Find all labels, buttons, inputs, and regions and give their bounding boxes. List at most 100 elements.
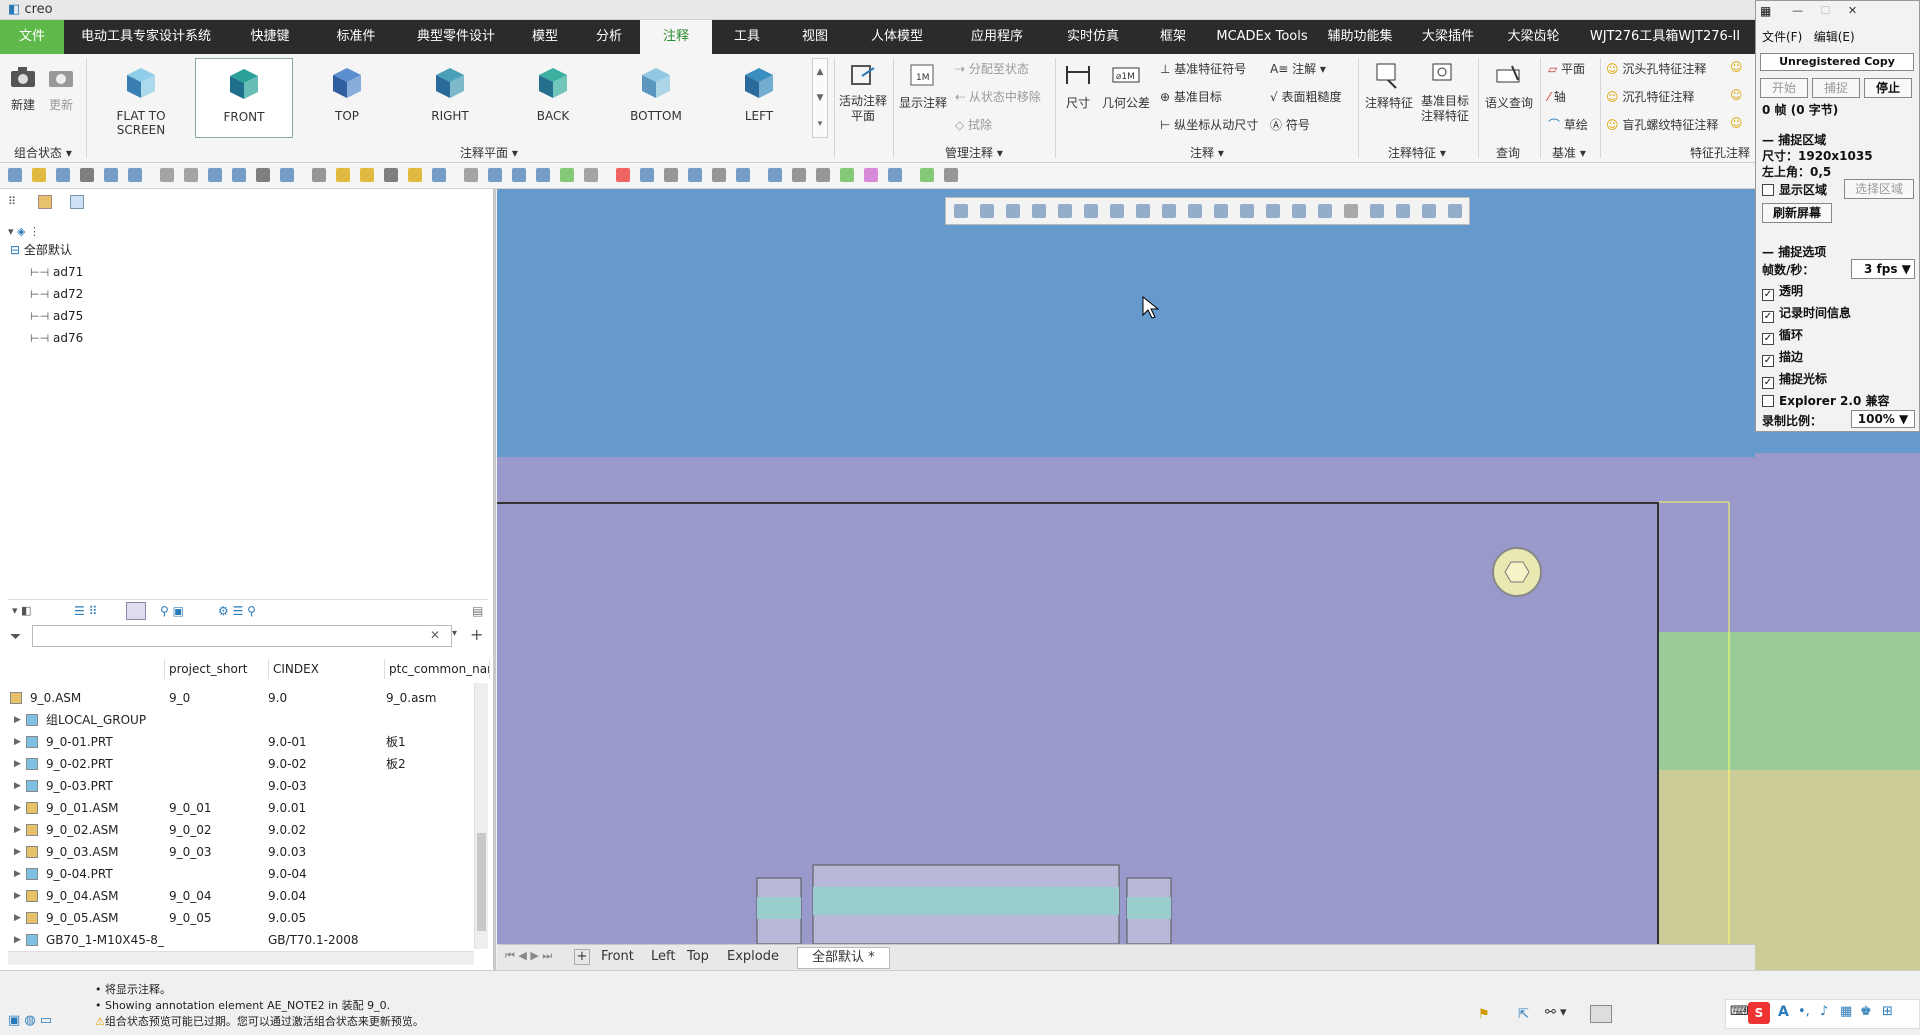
scroll-thumb[interactable] [477,833,486,931]
checkbox-checked[interactable]: ✓ [1762,289,1774,301]
datum-feature-symbol-button[interactable]: ⊥ 基准特征符号 [1160,60,1246,77]
tree-horizontal-scrollbar[interactable] [8,951,474,965]
menu-tab-4[interactable]: 模型 [512,20,578,54]
remove-from-state-button[interactable]: ⇠ 从状态中移除 [955,88,1041,105]
toolbar-tool-icon[interactable] [664,168,678,182]
plane-flat-to-screen[interactable]: FLAT TO SCREEN [92,58,190,138]
graphics-window[interactable] [497,189,1755,944]
view-tab-4[interactable]: 全部默认 * [797,947,890,969]
flag-icon[interactable]: ⚑ [1478,1007,1490,1022]
table-row[interactable]: ▶ 9_0-01.PRT 9.0-01 板1 [8,731,474,753]
ratio-select[interactable]: 100% ▼ [1851,410,1915,428]
model-tree-tab-icon[interactable]: ⠿ [8,195,22,209]
assign-to-state-button[interactable]: ⇢ 分配至状态 [955,60,1029,77]
microphone-icon[interactable]: ♪ [1820,1004,1828,1019]
capture-cursor-checkbox[interactable]: ✓ 捕捉光标 [1762,370,1827,389]
plane-top[interactable]: TOP [298,58,396,138]
smiley-icon[interactable]: ☺ [1730,116,1743,130]
gallery-scroll[interactable]: ▲ ▼ ▾ [812,58,828,138]
plane-right[interactable]: RIGHT [401,58,499,138]
view-tool-icon[interactable] [1058,204,1072,218]
view-tool-icon[interactable] [1110,204,1124,218]
add-tab-button[interactable]: + [574,949,590,965]
column-header-name[interactable] [8,659,165,679]
plane-left[interactable]: LEFT [710,58,808,138]
expand-arrow-icon[interactable]: ▶ [14,775,21,797]
toolbar-tool-icon[interactable] [536,168,550,182]
menu-tab-8[interactable]: 视图 [782,20,848,54]
datum-axis-button[interactable]: ⁄ 轴 [1548,88,1566,105]
status-tool-icons[interactable]: ▣ ◍ ▭ [8,1013,52,1028]
view-tool-icon[interactable] [1370,204,1384,218]
refresh-screen-button[interactable]: 刷新屏幕 [1762,203,1832,223]
semantic-query-button[interactable]: 语义查询 [1483,60,1535,111]
toolbar-tool-icon[interactable] [80,168,94,182]
toolbar-tool-icon[interactable] [736,168,750,182]
toolbar-tool-icon[interactable] [208,168,222,182]
expand-arrow-icon[interactable]: ▶ [14,819,21,841]
tree-item-annotation[interactable]: ⊢⊣ ad76 [30,327,83,349]
checkbox-unchecked[interactable] [1762,395,1774,407]
view-tool-icon[interactable] [1032,204,1046,218]
expand-arrow-icon[interactable]: ▶ [14,753,21,775]
group-datum[interactable]: 基准 ▾ [1552,144,1586,161]
datum-plane-button[interactable]: ▱ 平面 [1548,60,1585,77]
ordinate-dimension-button[interactable]: ⊢ 纵坐标从动尺寸 [1160,116,1258,133]
table-row[interactable]: ▶ 9_0-04.PRT 9.0-04 [8,863,474,885]
expand-arrow-icon[interactable]: ▶ [14,863,21,885]
explorer-compat-checkbox[interactable]: Explorer 2.0 兼容 [1762,392,1889,409]
view-tool-icon[interactable] [1084,204,1098,218]
table-row[interactable]: ▶ 组LOCAL_GROUP [8,709,474,731]
plane-back[interactable]: BACK [504,58,602,138]
toolbar-tool-icon[interactable] [360,168,374,182]
toolbar-tool-icon[interactable] [256,168,270,182]
stop-button[interactable]: 停止 [1864,78,1912,98]
toolbar-tool-icon[interactable] [8,168,22,182]
clear-filter-icon[interactable]: ✕ [430,628,440,642]
window-controls[interactable]: — ☐ ✕ [1792,4,1857,17]
menu-tab-7[interactable]: 工具 [712,20,782,54]
select-region-button[interactable]: 选择区域 [1844,179,1914,199]
group-annotation-plane[interactable]: 注释平面 ▾ [460,144,518,161]
geometric-tolerance-button[interactable]: ⌀1M 几何公差 [1100,60,1152,111]
view-tool-icon[interactable] [1136,204,1150,218]
menu-tab-12[interactable]: 框架 [1138,20,1208,54]
toolbar-tool-icon[interactable] [384,168,398,182]
show-annotations-button[interactable]: 1M 显示注释 [898,60,948,111]
group-annotations[interactable]: 注释 ▾ [1190,144,1224,161]
fps-select[interactable]: 3 fps ▼ [1851,259,1915,279]
show-region-checkbox[interactable]: 显示区域 [1762,181,1827,198]
note-button[interactable]: A≡ 注解 ▾ [1270,60,1326,77]
view-tool-icon[interactable] [1240,204,1254,218]
symbol-button[interactable]: Ⓐ 符号 [1270,116,1310,133]
dimension-button[interactable]: 尺寸 [1060,60,1096,111]
loop-checkbox[interactable]: ✓ 循环 [1762,326,1803,345]
checkbox-checked[interactable]: ✓ [1762,333,1774,345]
checkbox-checked[interactable]: ✓ [1762,311,1774,323]
binoculars-icon[interactable]: ⚯ ▾ [1545,1005,1567,1020]
tab-nav-arrows[interactable]: ⏮ ◀ ▶ ⏭ [505,949,552,963]
menu-tab-16[interactable]: 大梁齿轮 [1492,20,1575,54]
menu-tab-10[interactable]: 应用程序 [946,20,1048,54]
skin-icon[interactable]: ♚ [1860,1004,1872,1019]
menu-tab-2[interactable]: 标准件 [312,20,400,54]
update-combo-button[interactable]: 更新 [46,62,76,113]
model-tree-filter-input[interactable] [32,625,452,647]
start-button[interactable]: 开始 [1760,78,1808,98]
view-tool-icon[interactable] [1162,204,1176,218]
toolbar-tool-icon[interactable] [232,168,246,182]
table-row[interactable]: ▶ 9_0_02.ASM 9_0_02 9.0.02 [8,819,474,841]
toolbar-tool-icon[interactable] [312,168,326,182]
toolbar-tool-icon[interactable] [464,168,478,182]
toolbar-tool-icon[interactable] [816,168,830,182]
tree-filter-icons[interactable]: ⚲ ▣ [160,604,184,618]
folder-tab-icon[interactable] [38,195,52,209]
menu-tab-1[interactable]: 快捷键 [228,20,312,54]
file-menu[interactable]: 文件 [0,20,64,54]
smiley-icon[interactable]: ☺ [1730,60,1743,74]
menu-tab-13[interactable]: MCADEx Tools [1208,20,1316,54]
toolbar-tool-icon[interactable] [712,168,726,182]
view-tool-icon[interactable] [1396,204,1410,218]
checkbox-checked[interactable]: ✓ [1762,377,1774,389]
menu-tab-3[interactable]: 典型零件设计 [400,20,512,54]
